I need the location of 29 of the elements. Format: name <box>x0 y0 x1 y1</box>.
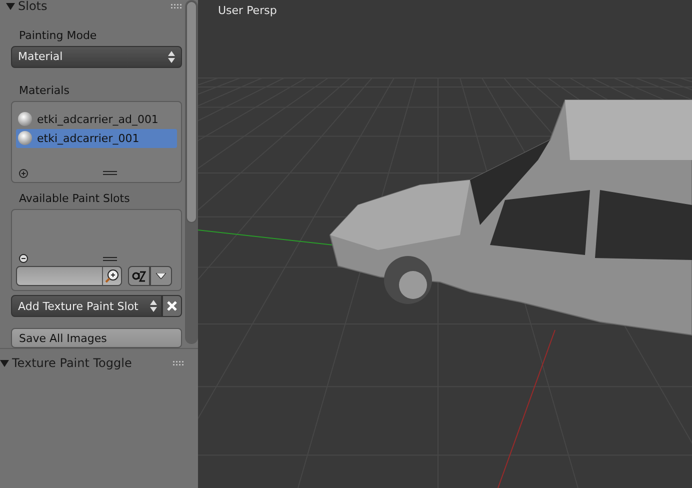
material-item[interactable]: etki_adcarrier_001 <box>16 128 177 148</box>
drag-grip-icon[interactable] <box>171 4 182 9</box>
save-all-images-button[interactable]: Save All Images <box>11 328 182 348</box>
search-icon <box>102 267 121 286</box>
field-label: Painting Mode <box>19 29 98 42</box>
plus-icon[interactable] <box>19 168 28 178</box>
close-icon[interactable] <box>162 295 182 318</box>
panel-title[interactable]: Texture Paint Toggle <box>12 356 132 370</box>
painting-mode-dropdown[interactable]: Material <box>11 46 182 68</box>
material-item[interactable]: etki_adcarrier_ad_001 <box>16 110 177 129</box>
up-down-arrows-icon <box>150 300 157 312</box>
disclosure-triangle-icon[interactable] <box>0 358 9 368</box>
section-label: Available Paint Slots <box>19 192 131 205</box>
scrollbar[interactable] <box>185 0 198 344</box>
section-label: Materials <box>19 84 70 97</box>
drag-grip-icon[interactable] <box>173 360 184 366</box>
sort-icon[interactable] <box>128 266 150 286</box>
minus-icon[interactable] <box>19 254 28 264</box>
up-down-arrows-icon <box>168 50 175 63</box>
disclosure-triangle-icon[interactable] <box>6 2 15 11</box>
3d-viewport[interactable]: User Persp <box>198 0 692 488</box>
add-paint-slot-dropdown[interactable]: Add Texture Paint Slot <box>11 295 162 318</box>
material-sphere-icon <box>18 112 32 126</box>
resize-handle-icon[interactable] <box>103 256 117 261</box>
material-sphere-icon <box>18 131 32 146</box>
resize-handle-icon[interactable] <box>103 171 117 176</box>
filter-field[interactable] <box>16 266 122 286</box>
panel-title[interactable]: Slots <box>18 0 48 13</box>
viewport-label: User Persp <box>218 4 277 17</box>
